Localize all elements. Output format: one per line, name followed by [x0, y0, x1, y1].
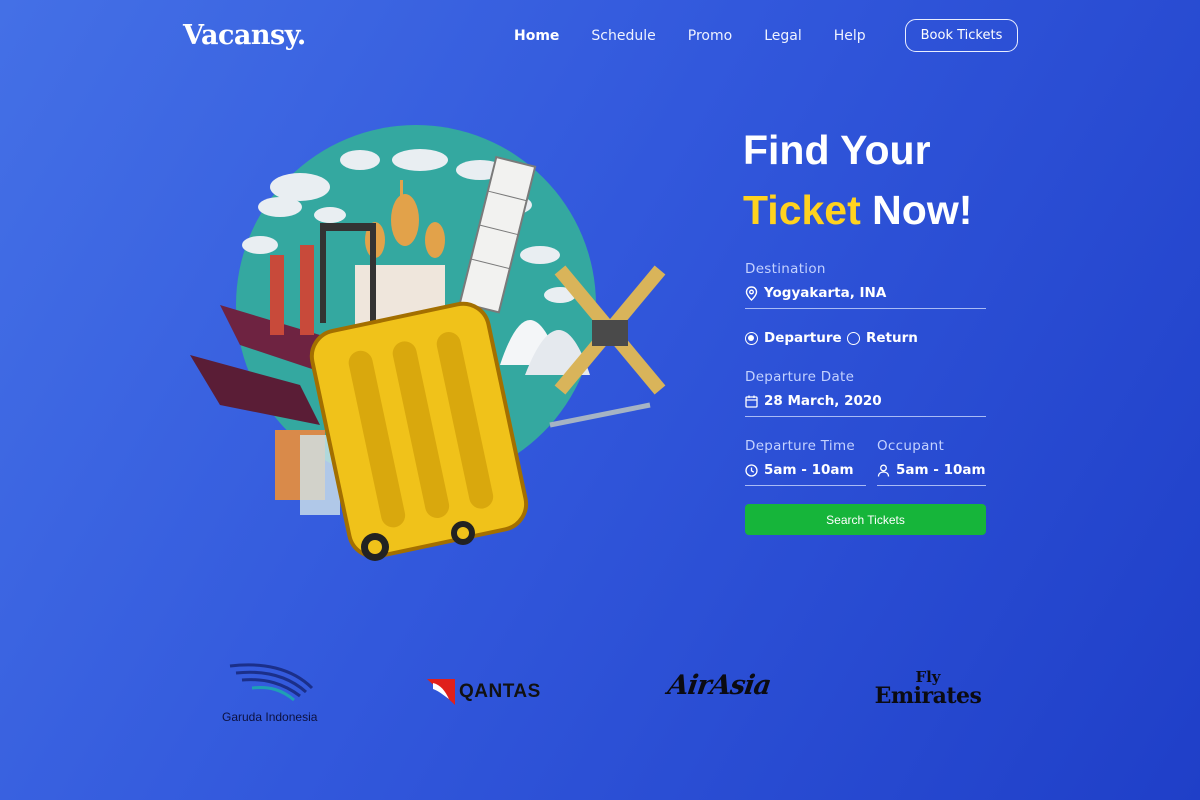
- book-tickets-button[interactable]: Book Tickets: [905, 19, 1018, 52]
- qantas-kangaroo-logo: [427, 679, 455, 705]
- airasia-wordmark: AirAsia: [665, 670, 773, 701]
- main-nav: Home Schedule Promo Legal Help: [514, 28, 898, 44]
- search-tickets-button[interactable]: Search Tickets: [745, 504, 986, 535]
- destination-value: Yogyakarta, INA: [764, 285, 887, 301]
- occupant-label: Occupant: [877, 438, 945, 454]
- radio-selected-icon: [745, 331, 758, 345]
- radio-departure-label: Departure: [764, 330, 842, 346]
- brand-logo[interactable]: Vacansy.: [183, 20, 306, 51]
- nav-item-help[interactable]: Help: [834, 28, 866, 44]
- nav-item-schedule[interactable]: Schedule: [591, 28, 655, 44]
- departure-time-field[interactable]: 5am - 10am: [745, 462, 866, 486]
- departure-date-label: Departure Date: [745, 369, 855, 385]
- hero-headline: Find Your Ticket Now!: [743, 120, 972, 240]
- partner-qantas[interactable]: QANTAS: [427, 677, 567, 707]
- emirates-fly-word: Fly: [915, 668, 941, 686]
- departure-time-value: 5am - 10am: [764, 462, 854, 478]
- qantas-wordmark: QANTAS: [459, 681, 541, 702]
- emirates-wordmark: Emirates: [874, 683, 982, 709]
- person-icon: [877, 464, 890, 477]
- occupant-value: 5am - 10am: [896, 462, 986, 478]
- partner-emirates[interactable]: Fly Emirates: [872, 668, 984, 709]
- destination-label: Destination: [745, 261, 826, 277]
- garuda-bird-logo: [229, 663, 314, 702]
- departure-date-value: 28 March, 2020: [764, 393, 882, 409]
- destination-field[interactable]: Yogyakarta, INA: [745, 285, 986, 309]
- headline-line-2: Ticket Now!: [743, 180, 972, 240]
- headline-highlight: Ticket: [743, 187, 861, 233]
- garuda-wordmark: Garuda Indonesia: [222, 710, 318, 724]
- nav-item-promo[interactable]: Promo: [688, 28, 732, 44]
- location-pin-icon: [745, 285, 758, 301]
- calendar-icon: [745, 395, 758, 408]
- headline-rest: Now!: [872, 187, 973, 233]
- radio-departure[interactable]: Departure: [745, 330, 842, 346]
- partner-airasia[interactable]: AirAsia: [665, 670, 773, 701]
- nav-item-legal[interactable]: Legal: [764, 28, 802, 44]
- radio-return[interactable]: Return: [847, 330, 918, 346]
- partner-garuda-indonesia[interactable]: Garuda Indonesia: [222, 660, 332, 724]
- departure-date-field[interactable]: 28 March, 2020: [745, 393, 986, 417]
- radio-return-label: Return: [866, 330, 918, 346]
- clock-icon: [745, 463, 758, 477]
- travel-globe-illustration: [190, 125, 666, 561]
- headline-line-1: Find Your: [743, 127, 931, 173]
- radio-unselected-icon: [847, 331, 860, 345]
- nav-item-home[interactable]: Home: [514, 28, 559, 44]
- occupant-field[interactable]: 5am - 10am: [877, 462, 986, 486]
- departure-time-label: Departure Time: [745, 438, 856, 454]
